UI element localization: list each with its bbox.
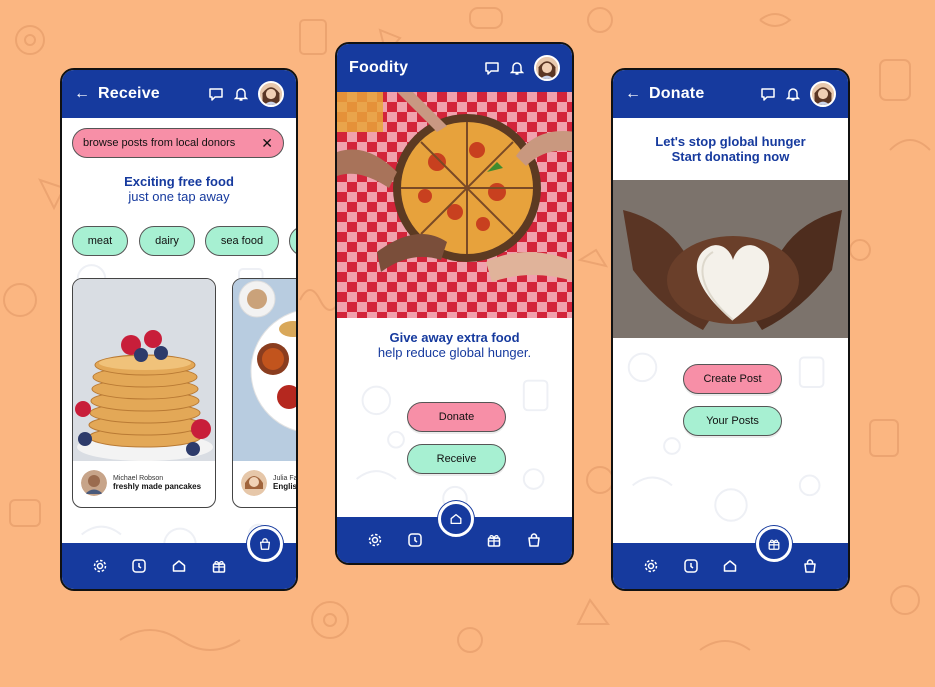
home-icon xyxy=(172,560,186,572)
topbar-actions xyxy=(208,81,284,107)
card-description: freshly made pancakes xyxy=(113,482,202,491)
gift-icon xyxy=(768,539,780,550)
create-post-button[interactable]: Create Post xyxy=(683,364,782,394)
donate-topbar: ← Donate xyxy=(613,70,848,118)
bag-icon xyxy=(528,533,540,547)
card-author: Michael Robson xyxy=(113,475,164,482)
nav-settings[interactable] xyxy=(639,554,663,578)
nav-home[interactable] xyxy=(167,554,191,578)
avatar xyxy=(81,470,107,496)
topbar-actions xyxy=(484,55,560,81)
card-footer: Julia Fa Englis xyxy=(233,459,298,507)
chat-icon[interactable] xyxy=(208,86,224,102)
breakfast-image xyxy=(233,279,296,461)
hands-rice-image xyxy=(613,180,848,338)
nav-settings[interactable] xyxy=(363,528,387,552)
clock-icon xyxy=(132,559,147,573)
donate-headline: Let's stop global hunger Start donating … xyxy=(613,134,848,164)
page-title: Receive xyxy=(98,85,160,102)
receive-headline: Exciting free food just one tap away xyxy=(62,174,296,204)
chip-sea-food[interactable]: sea food xyxy=(205,226,279,256)
headline-subtitle: help reduce global hunger. xyxy=(377,345,532,360)
chip-meat[interactable]: meat xyxy=(72,226,128,256)
avatar[interactable] xyxy=(258,81,284,107)
bell-icon[interactable] xyxy=(786,86,800,102)
your-posts-button[interactable]: Your Posts xyxy=(683,406,782,436)
nav-home[interactable] xyxy=(718,554,742,578)
chat-icon[interactable] xyxy=(760,86,776,102)
nav-history[interactable] xyxy=(679,554,703,578)
donate-button[interactable]: Donate xyxy=(407,402,506,432)
settings-icon xyxy=(644,559,658,573)
receive-topbar: ← Receive xyxy=(62,70,296,118)
headline-line-1: Let's stop global hunger xyxy=(655,134,806,149)
home-icon xyxy=(450,513,462,525)
chat-icon[interactable] xyxy=(484,60,500,76)
headline-title: Exciting free food xyxy=(124,174,234,189)
home-topbar: Foodity xyxy=(337,44,572,92)
avatar[interactable] xyxy=(534,55,560,81)
receive-button[interactable]: Receive xyxy=(407,444,506,474)
home-headline: Give away extra food help reduce global … xyxy=(337,330,572,360)
pizza-hero-image xyxy=(337,92,572,318)
close-icon[interactable]: ✕ xyxy=(261,135,273,152)
active-nav-home[interactable] xyxy=(438,501,474,537)
page-title: Donate xyxy=(649,85,705,102)
search-value: browse posts from local donors xyxy=(83,137,236,149)
home-icon xyxy=(724,560,737,572)
bag-icon xyxy=(804,559,816,573)
donate-phone: ← Donate Let's stop global hunger Start … xyxy=(611,68,850,591)
home-phone: Foodity Give away extra food help reduce… xyxy=(335,42,574,565)
nav-settings[interactable] xyxy=(88,554,112,578)
bell-icon[interactable] xyxy=(510,60,524,76)
card-description: Englis xyxy=(273,482,298,491)
app-title: Foodity xyxy=(349,59,409,76)
avatar[interactable] xyxy=(810,81,836,107)
food-card-pancakes[interactable]: Michael Robson freshly made pancakes xyxy=(72,278,216,508)
active-nav-donate[interactable] xyxy=(756,526,792,562)
clock-icon xyxy=(407,533,422,547)
bottom-nav xyxy=(613,543,848,589)
arrow-left-icon[interactable]: ← xyxy=(625,86,641,102)
settings-icon xyxy=(93,559,107,573)
headline-subtitle: just one tap away xyxy=(128,189,230,204)
avatar xyxy=(241,470,267,496)
nav-bag[interactable] xyxy=(798,554,822,578)
nav-donate[interactable] xyxy=(207,554,231,578)
chip-dairy[interactable]: dairy xyxy=(139,226,195,256)
headline-title: Give away extra food xyxy=(389,330,520,345)
arrow-left-icon[interactable]: ← xyxy=(74,86,90,102)
nav-history[interactable] xyxy=(403,528,427,552)
card-footer: Michael Robson freshly made pancakes xyxy=(73,459,215,507)
receive-phone: ← Receive browse posts from local donors… xyxy=(60,68,298,591)
gift-icon xyxy=(488,534,501,547)
settings-icon xyxy=(368,533,382,547)
topbar-actions xyxy=(760,81,836,107)
nav-bag[interactable] xyxy=(522,528,546,552)
pancakes-image xyxy=(73,279,215,461)
nav-donate[interactable] xyxy=(482,528,506,552)
food-card-breakfast[interactable]: Julia Fa Englis xyxy=(232,278,298,508)
clock-icon xyxy=(683,559,698,573)
bell-icon[interactable] xyxy=(234,86,248,102)
bag-icon xyxy=(259,538,271,550)
search-input[interactable]: browse posts from local donors ✕ xyxy=(72,128,284,158)
active-nav-bag[interactable] xyxy=(247,526,283,562)
card-author: Julia Fa xyxy=(273,475,298,482)
headline-line-2: Start donating now xyxy=(671,149,790,164)
nav-history[interactable] xyxy=(127,554,151,578)
gift-icon xyxy=(212,560,225,573)
